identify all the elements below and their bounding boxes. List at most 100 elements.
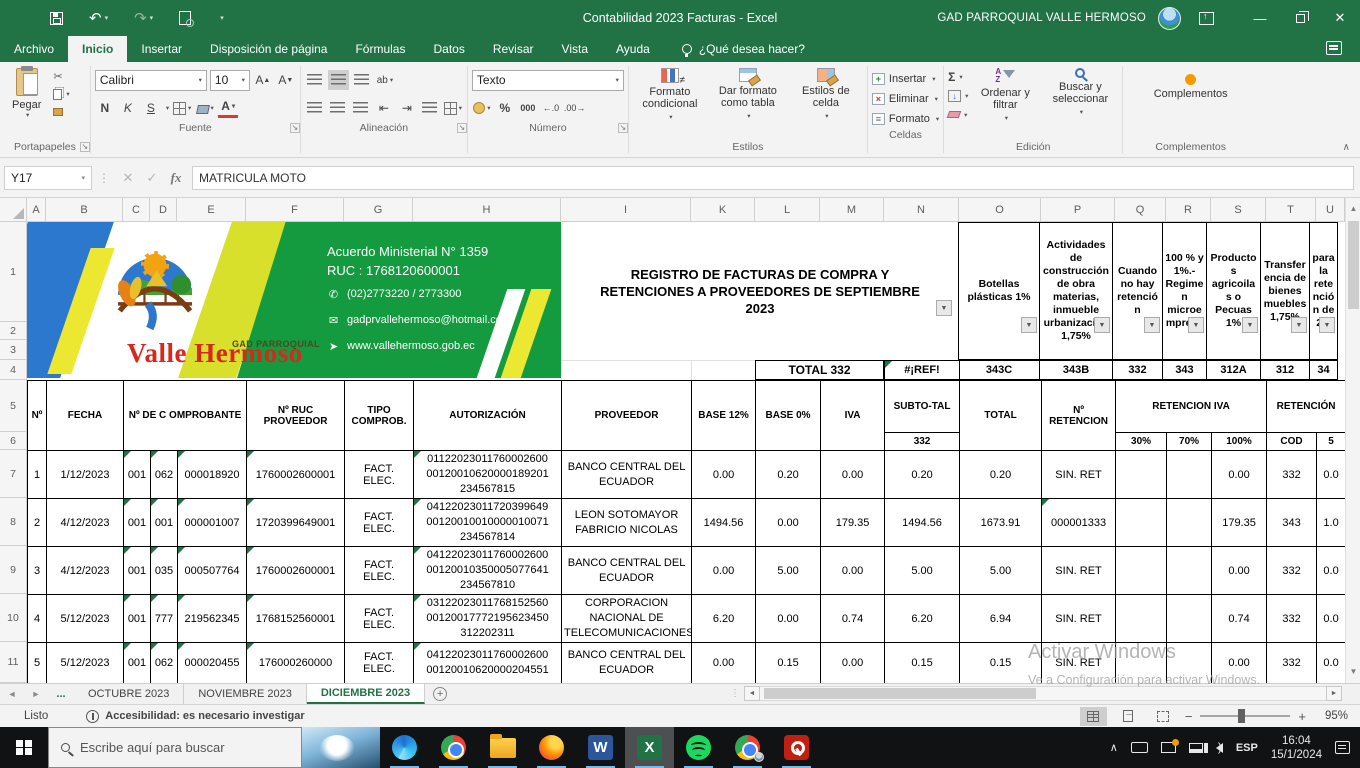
retention-code-T[interactable]: 312 (1260, 360, 1310, 380)
cell-A10[interactable]: 4 (28, 595, 47, 643)
retention-code-R[interactable]: 343 (1162, 360, 1207, 380)
row-header-3[interactable]: 3 (0, 340, 27, 360)
merge-center-button[interactable]: ▾ (443, 98, 463, 118)
cell-F8[interactable]: 1720399649001 (247, 499, 345, 547)
filter-header-O[interactable]: Botellas plásticas 1%▼ (958, 222, 1040, 360)
header-base12[interactable]: BASE 12% (692, 381, 756, 451)
cell-D9[interactable]: 035 (151, 547, 178, 595)
column-header-Q[interactable]: Q (1115, 198, 1166, 222)
cell-S8[interactable]: 179.35 (1212, 499, 1267, 547)
tab-ayuda[interactable]: Ayuda (602, 36, 664, 62)
cell-B8[interactable]: 4/12/2023 (47, 499, 124, 547)
header-num-retencion[interactable]: Nº RETENCION (1042, 381, 1116, 451)
cell-N10[interactable]: 6.20 (885, 595, 960, 643)
header-subtotal-code[interactable]: 332 (885, 433, 960, 451)
next-sheet-button[interactable]: ► (24, 684, 48, 704)
column-header-G[interactable]: G (344, 198, 413, 222)
borders-button[interactable]: ▾ (172, 98, 192, 118)
select-all-button[interactable] (0, 198, 27, 222)
autosum-button[interactable]: Σ▾ (948, 68, 968, 85)
header-iva[interactable]: IVA (821, 381, 885, 451)
cell-Q9[interactable] (1116, 547, 1167, 595)
column-header-B[interactable]: B (46, 198, 123, 222)
cell-H7[interactable]: 01122023011760002600 0012001062000018920… (414, 451, 562, 499)
taskbar-excel[interactable]: X (625, 727, 674, 768)
cell-I10[interactable]: CORPORACION NACIONAL DE TELECOMUNICACION… (562, 595, 692, 643)
fill-color-button[interactable]: ▾ (195, 98, 215, 118)
cell-R8[interactable] (1167, 499, 1212, 547)
cell-Q10[interactable] (1116, 595, 1167, 643)
cell-S10[interactable]: 0.74 (1212, 595, 1267, 643)
cell-A7[interactable]: 1 (28, 451, 47, 499)
horizontal-scroll-thumb[interactable] (764, 688, 1036, 699)
column-header-H[interactable]: H (413, 198, 561, 222)
row-header-2[interactable]: 2 (0, 322, 27, 340)
action-center-button[interactable] (1335, 741, 1350, 754)
column-header-S[interactable]: S (1211, 198, 1266, 222)
cell-N7[interactable]: 0.20 (885, 451, 960, 499)
column-header-C[interactable]: C (123, 198, 150, 222)
scroll-right-arrow[interactable]: ► (1326, 686, 1342, 701)
increase-indent-button[interactable]: ⇥ (397, 98, 417, 118)
cell-S7[interactable]: 0.00 (1212, 451, 1267, 499)
minimize-button[interactable]: — (1240, 0, 1280, 36)
filter-header-P[interactable]: Actividades de construcción de obra mate… (1039, 222, 1113, 360)
font-size-select[interactable]: 10▾ (210, 70, 250, 91)
wrap-text-button[interactable] (420, 98, 440, 118)
cell-P7[interactable]: SIN. RET (1042, 451, 1116, 499)
cell-U7[interactable]: 0.0 (1317, 451, 1346, 499)
taskbar-firefox[interactable] (527, 727, 576, 768)
taskbar-chrome-profile[interactable] (723, 727, 772, 768)
cell-M10[interactable]: 0.74 (821, 595, 885, 643)
cell-N8[interactable]: 1494.56 (885, 499, 960, 547)
cell-U10[interactable]: 0.0 (1317, 595, 1346, 643)
orientation-button[interactable]: ab▾ (375, 70, 395, 90)
filter-dropdown-T[interactable]: ▼ (1291, 317, 1307, 333)
italic-button[interactable]: K (118, 98, 138, 118)
restore-button[interactable] (1280, 0, 1320, 36)
align-right-button[interactable] (351, 98, 371, 118)
column-header-I[interactable]: I (561, 198, 691, 222)
filter-dropdown-S[interactable]: ▼ (1242, 317, 1258, 333)
retention-code-S[interactable]: 312A (1206, 360, 1261, 380)
tab-datos[interactable]: Datos (419, 36, 478, 62)
row-header-5[interactable]: 5 (0, 380, 27, 432)
header-pct[interactable]: 5 (1317, 433, 1346, 451)
column-header-O[interactable]: O (959, 198, 1041, 222)
cell-C11[interactable]: 001 (124, 643, 151, 684)
cell-B7[interactable]: 1/12/2023 (47, 451, 124, 499)
touch-keyboard-icon[interactable] (1131, 742, 1148, 753)
cell-G9[interactable]: FACT. ELEC. (345, 547, 414, 595)
delete-cells-button[interactable]: ×Eliminar▾ (872, 90, 939, 108)
zoom-level[interactable]: 95% (1314, 710, 1348, 722)
header-70[interactable]: 70% (1167, 433, 1212, 451)
header-ruc[interactable]: Nº RUC PROVEEDOR (247, 381, 345, 451)
cell-M9[interactable]: 0.00 (821, 547, 885, 595)
clipboard-dialog-launcher[interactable]: ↘ (80, 142, 90, 152)
filter-dropdown-P[interactable]: ▼ (1094, 317, 1110, 333)
tab-insertar[interactable]: Insertar (127, 36, 196, 62)
header-total[interactable]: TOTAL (960, 381, 1042, 451)
tab-revisar[interactable]: Revisar (479, 36, 548, 62)
cell-I11[interactable]: BANCO CENTRAL DEL ECUADOR (562, 643, 692, 684)
cell-L8[interactable]: 0.00 (756, 499, 821, 547)
column-header-A[interactable]: A (27, 198, 46, 222)
cell-F7[interactable]: 1760002600001 (247, 451, 345, 499)
language-indicator[interactable]: ESP (1236, 742, 1258, 754)
clear-button[interactable]: ▾ (948, 106, 968, 123)
account-avatar[interactable] (1158, 7, 1181, 30)
increase-font-button[interactable]: A▲ (253, 70, 273, 90)
sheet-title-cell[interactable]: REGISTRO DE FACTURAS DE COMPRA Y RETENCI… (561, 222, 959, 360)
prev-sheet-button[interactable]: ◄ (0, 684, 24, 704)
header-retencion[interactable]: RETENCIÓN (1267, 381, 1346, 433)
row-header-11[interactable]: 11 (0, 642, 27, 683)
header-autorizacion[interactable]: AUTORIZACIÓN (414, 381, 562, 451)
cell-D8[interactable]: 001 (151, 499, 178, 547)
title-filter-dropdown[interactable]: ▼ (936, 300, 952, 316)
cell-K11[interactable]: 0.00 (692, 643, 756, 684)
total-cell[interactable]: TOTAL 332 (755, 360, 884, 380)
cell-C9[interactable]: 001 (124, 547, 151, 595)
page-layout-view-button[interactable] (1115, 707, 1142, 726)
cell-M11[interactable]: 0.00 (821, 643, 885, 684)
zoom-in-button[interactable]: + (1298, 709, 1306, 724)
